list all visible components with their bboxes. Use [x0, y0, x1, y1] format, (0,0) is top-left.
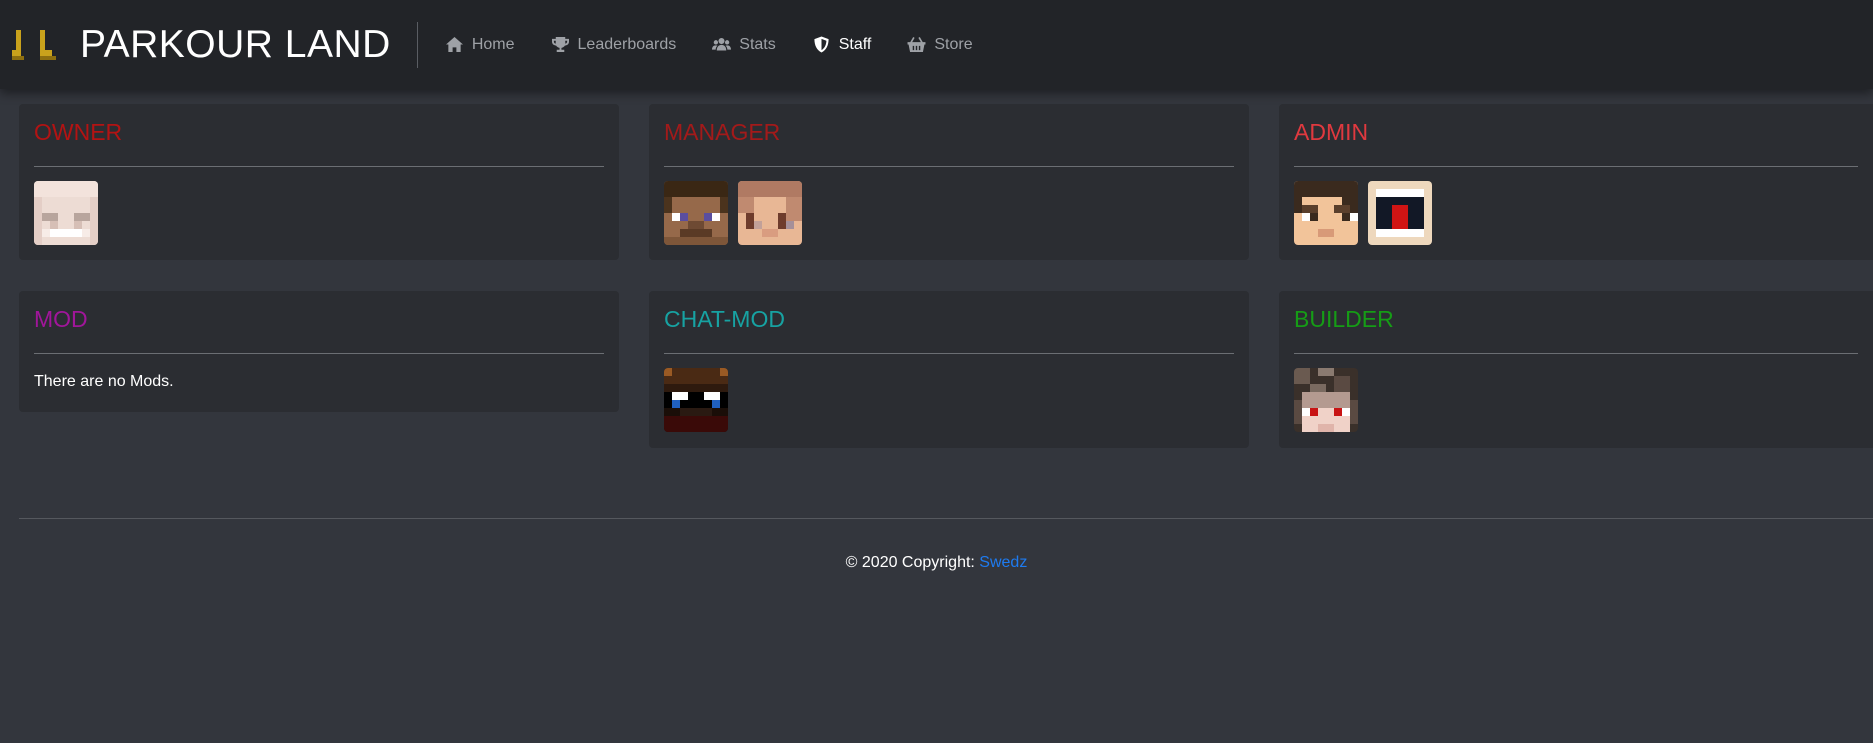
nav-item-home[interactable]: Home: [445, 36, 515, 54]
player-head-avatar[interactable]: [664, 368, 728, 432]
rank-card-chat-mod: CHAT-MOD: [649, 291, 1249, 448]
nav-item-store[interactable]: Store: [907, 35, 973, 54]
basket-icon: [907, 36, 926, 53]
rank-title: BUILDER: [1294, 306, 1394, 332]
player-heads: [664, 368, 738, 432]
rank-title: MANAGER: [664, 119, 781, 145]
brand[interactable]: PARKOUR LAND: [0, 0, 391, 89]
boots-logo: [12, 29, 56, 60]
nav-item-label: Home: [471, 35, 515, 53]
card-divider: [34, 353, 604, 354]
navbar: PARKOUR LAND Home Leaderboards Stats Sta…: [0, 0, 1873, 89]
player-heads: [1294, 368, 1368, 432]
card-divider: [664, 353, 1234, 354]
player-heads: [664, 181, 812, 245]
nav-item-stats[interactable]: Stats: [712, 35, 776, 54]
card-divider: [1294, 353, 1858, 354]
rank-title: ADMIN: [1294, 119, 1369, 145]
player-heads: [34, 181, 108, 245]
rank-card-owner: OWNER: [19, 104, 619, 260]
nav-item-leaderboards[interactable]: Leaderboards: [551, 35, 677, 54]
nav-item-label: Leaderboards: [577, 35, 677, 53]
brand-divider: [416, 21, 418, 68]
nav-item-label: Store: [934, 35, 973, 53]
player-head-avatar[interactable]: [34, 181, 98, 245]
card-divider: [1294, 166, 1858, 167]
player-heads: [1294, 181, 1442, 245]
player-head-avatar[interactable]: [664, 181, 728, 245]
main-nav: Home Leaderboards Stats Staff Store: [445, 36, 1009, 54]
player-head-avatar[interactable]: [1294, 368, 1358, 432]
player-head-avatar[interactable]: [738, 181, 802, 245]
users-icon: [712, 38, 732, 51]
shield-icon: [814, 36, 829, 53]
rank-title: OWNER: [34, 119, 123, 145]
card-divider: [664, 166, 1234, 167]
rank-card-manager: MANAGER: [649, 104, 1249, 260]
author-link[interactable]: Swedz: [979, 554, 1027, 571]
nav-item-label: Staff: [838, 35, 872, 53]
player-head-avatar[interactable]: [1368, 181, 1432, 245]
trophy-icon: [551, 36, 569, 53]
nav-item-label: Stats: [739, 35, 776, 53]
home-icon: [445, 36, 463, 53]
nav-item-staff[interactable]: Staff: [812, 35, 872, 54]
player-head-avatar[interactable]: [1294, 181, 1358, 245]
copyright-text: © 2020 Copyright:: [845, 554, 980, 571]
rank-card-builder: BUILDER: [1279, 291, 1873, 448]
rank-card-mod: MOD There are no Mods.: [19, 291, 619, 412]
empty-rank-message: There are no Mods.: [34, 373, 174, 390]
brand-title: PARKOUR LAND: [80, 22, 391, 66]
footer-divider: [19, 518, 1873, 519]
rank-title: CHAT-MOD: [664, 306, 785, 332]
card-divider: [34, 166, 604, 167]
footer: © 2020 Copyright: Swedz: [0, 554, 1873, 572]
rank-card-admin: ADMIN: [1279, 104, 1873, 260]
rank-title: MOD: [34, 306, 88, 332]
